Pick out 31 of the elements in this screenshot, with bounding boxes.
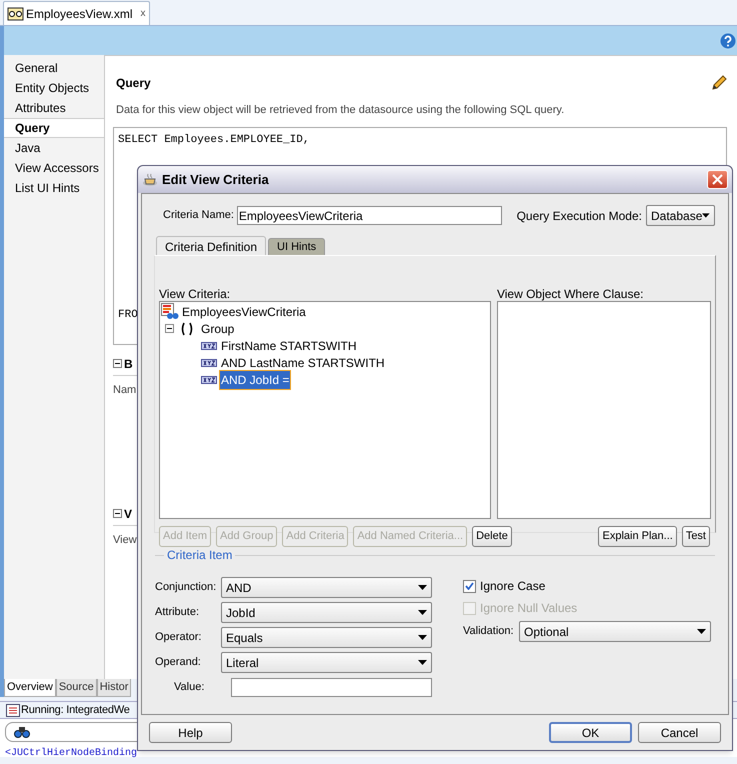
- log-status: Running: IntegratedWe: [21, 702, 130, 718]
- select-value: AND: [226, 580, 252, 596]
- section-heading: Query: [116, 75, 151, 92]
- field-label: Operand:: [155, 655, 202, 670]
- tab-title: EmployeesView.xml: [26, 6, 132, 22]
- field-label: Query Execution Mode:: [516, 208, 642, 224]
- dialog-title: Edit View Criteria: [162, 170, 269, 189]
- checkbox-label: Ignore Case: [480, 578, 546, 595]
- sql-line: FRO: [118, 308, 138, 323]
- select-value: Literal: [226, 654, 259, 672]
- field-label: Validation:: [463, 624, 515, 640]
- group-legend: Criteria Item: [167, 546, 232, 564]
- field-label: View Criteria:: [159, 288, 232, 301]
- section-title: V: [124, 506, 132, 522]
- field-label: Criteria Name:: [162, 208, 235, 224]
- select-value: Equals: [226, 630, 263, 646]
- description-text: Data for this view object will be retrieved from the datasource using the following SQL query.: [116, 103, 566, 118]
- field-label: View Object Where Clause:: [496, 288, 644, 301]
- log-line: <JUCtrlHierNodeBinding: [5, 748, 138, 759]
- field-label: Operator:: [155, 630, 202, 646]
- select-value: JobId: [226, 604, 256, 622]
- field-label: Conjunction:: [155, 580, 218, 596]
- section-label: Nam: [113, 382, 136, 398]
- sql-line: SELECT Employees.EMPLOYEE_ID,: [118, 132, 310, 148]
- field-label: Value:: [173, 680, 206, 696]
- section-title: B: [124, 356, 133, 372]
- checkbox-label: Ignore Null Values: [480, 600, 578, 617]
- select-value: Database: [651, 208, 702, 224]
- select-value: Optional: [524, 624, 569, 640]
- section-label: View: [113, 532, 137, 548]
- field-label: Attribute:: [155, 605, 200, 620]
